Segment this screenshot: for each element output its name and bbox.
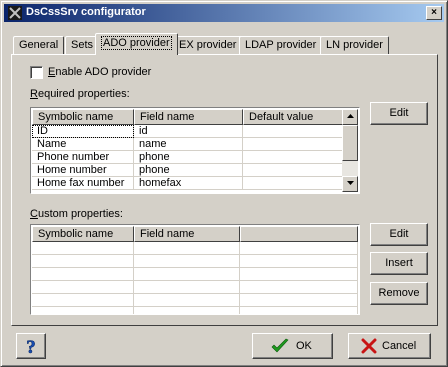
empty-row[interactable]: [32, 255, 358, 268]
enable-ado-checkbox[interactable]: [30, 66, 43, 79]
column-header-default-value[interactable]: Default value: [243, 109, 344, 125]
table-row[interactable]: Home fax number homefax: [32, 177, 344, 190]
cancel-button[interactable]: Cancel: [348, 333, 431, 359]
table-row[interactable]: Home number phone: [32, 164, 344, 177]
empty-row[interactable]: [32, 307, 358, 314]
app-icon: [8, 6, 22, 20]
help-button[interactable]: ?: [16, 333, 46, 359]
close-button[interactable]: ×: [426, 6, 442, 20]
cell-symbolic-name[interactable]: Name: [32, 138, 134, 151]
close-icon: ×: [431, 7, 437, 18]
custom-edit-button[interactable]: Edit: [370, 223, 428, 246]
cancel-label: Cancel: [382, 340, 417, 352]
cell-default-value[interactable]: [243, 138, 344, 151]
checkmark-icon: [271, 338, 289, 353]
required-grid-header: Symbolic name Field name Default value: [32, 109, 344, 125]
custom-insert-button[interactable]: Insert: [370, 252, 428, 275]
table-row[interactable]: Name name: [32, 138, 344, 151]
custom-properties-label: Custom properties:: [30, 208, 123, 220]
column-header-symbolic-name[interactable]: Symbolic name: [32, 109, 134, 125]
table-row[interactable]: Phone number phone: [32, 151, 344, 164]
ok-label: OK: [296, 340, 312, 352]
cell-symbolic-name[interactable]: Phone number: [32, 151, 134, 164]
cell-symbolic-name[interactable]: Home fax number: [32, 177, 134, 190]
svg-text:?: ?: [26, 337, 36, 356]
required-properties-grid[interactable]: Symbolic name Field name Default value I…: [30, 107, 360, 194]
cell-field-name[interactable]: id: [134, 125, 243, 138]
required-edit-button[interactable]: Edit: [370, 102, 428, 125]
column-header-field-name[interactable]: Field name: [134, 226, 240, 242]
cell-field-name[interactable]: phone: [134, 164, 243, 177]
empty-row[interactable]: [32, 294, 358, 307]
help-icon: ?: [26, 337, 36, 356]
column-header-field-name[interactable]: Field name: [134, 109, 243, 125]
cell-field-name[interactable]: phone: [134, 151, 243, 164]
required-properties-label: Required properties:: [30, 88, 130, 100]
custom-remove-button[interactable]: Remove: [370, 282, 428, 305]
empty-row[interactable]: [32, 268, 358, 281]
cell-default-value[interactable]: [243, 151, 344, 164]
tab-sets[interactable]: Sets: [65, 36, 100, 54]
column-header-symbolic-name[interactable]: Symbolic name: [32, 226, 134, 242]
tab-ldap-provider[interactable]: LDAP provider: [239, 36, 323, 54]
custom-grid-rows: [32, 242, 358, 314]
cell-symbolic-name[interactable]: ID: [32, 125, 134, 138]
scrollbar-thumb[interactable]: [342, 125, 358, 161]
ok-button[interactable]: OK: [252, 333, 333, 359]
arrow-down-icon: [346, 181, 354, 185]
custom-properties-grid[interactable]: Symbolic name Field name: [30, 224, 360, 315]
cell-default-value[interactable]: [243, 177, 344, 190]
required-grid-rows: ID id Name name Phone number phone Home …: [32, 125, 344, 190]
cell-field-name[interactable]: name: [134, 138, 243, 151]
required-grid-scrollbar[interactable]: [342, 109, 358, 192]
window-title: DsCssSrv configurator: [26, 6, 146, 18]
x-icon: [361, 338, 377, 354]
scroll-down-button[interactable]: [342, 176, 358, 192]
cell-default-value[interactable]: [243, 164, 344, 177]
column-header-blank[interactable]: [240, 226, 358, 242]
scroll-up-button[interactable]: [342, 109, 358, 125]
tab-ex-provider[interactable]: EX provider: [173, 36, 243, 54]
tab-ado-provider[interactable]: ADO provider: [95, 33, 178, 55]
configurator-window: DsCssSrv configurator × General Sets ADO…: [0, 0, 448, 367]
tab-ln-provider[interactable]: LN provider: [320, 36, 389, 54]
tab-general[interactable]: General: [13, 36, 65, 54]
cell-default-value[interactable]: [243, 125, 344, 138]
cell-symbolic-name[interactable]: Home number: [32, 164, 134, 177]
tab-panel-ado: Enable ADO provider Required properties:…: [11, 54, 438, 326]
cell-field-name[interactable]: homefax: [134, 177, 243, 190]
enable-ado-label: Enable ADO provider: [48, 66, 152, 78]
table-row[interactable]: ID id: [32, 125, 344, 138]
arrow-up-icon: [346, 114, 354, 118]
empty-row[interactable]: [32, 242, 358, 255]
title-bar: DsCssSrv configurator ×: [4, 4, 444, 22]
custom-grid-header: Symbolic name Field name: [32, 226, 358, 242]
empty-row[interactable]: [32, 281, 358, 294]
